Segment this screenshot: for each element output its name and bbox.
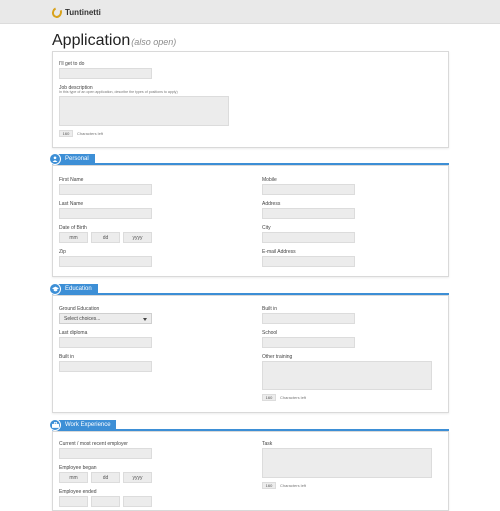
brand-name: Tuntinetti bbox=[65, 7, 101, 17]
other-training-counter: 160 Characters left bbox=[262, 394, 306, 401]
employee-began-label: Employee began bbox=[59, 465, 97, 471]
last-diploma-label: Last diploma bbox=[59, 330, 88, 336]
email-label: E-mail Address bbox=[262, 249, 296, 255]
began-month-field[interactable]: mm bbox=[59, 472, 88, 483]
counter-text: Characters left bbox=[280, 395, 307, 400]
built-in-right-label: Built in bbox=[262, 306, 278, 312]
school-label: School bbox=[262, 330, 278, 336]
built-in-left-field[interactable] bbox=[59, 361, 152, 372]
education-panel: Ground Education Select choices... Last … bbox=[52, 295, 449, 413]
built-in-right-field[interactable] bbox=[262, 313, 355, 324]
first-name-label: First Name bbox=[59, 177, 84, 183]
last-name-label: Last Name bbox=[59, 201, 84, 207]
mobile-label: Mobile bbox=[262, 177, 277, 183]
logo[interactable]: Tuntinetti bbox=[50, 5, 101, 19]
counter-text: Characters left bbox=[280, 483, 307, 488]
work-panel: Current / most recent employer Employee … bbox=[52, 431, 449, 511]
ended-day-field[interactable] bbox=[91, 496, 120, 507]
counter-value: 160 bbox=[59, 130, 73, 137]
page-title: Application(also open) bbox=[52, 32, 176, 50]
built-in-left-label: Built in bbox=[59, 354, 75, 360]
top-bar: Tuntinetti bbox=[0, 0, 500, 24]
address-field[interactable] bbox=[262, 208, 355, 219]
job-description-field[interactable] bbox=[59, 96, 229, 126]
graduation-cap-icon bbox=[49, 283, 61, 295]
personal-panel: First Name Last Name Date of Birth mm dd… bbox=[52, 165, 449, 277]
zip-field[interactable] bbox=[59, 256, 152, 267]
page-title-main: Application bbox=[52, 32, 131, 49]
chevron-down-icon bbox=[143, 318, 147, 321]
other-training-field[interactable] bbox=[262, 361, 432, 390]
todo-label: I'll get to do bbox=[59, 61, 85, 67]
task-label: Task bbox=[262, 441, 273, 447]
email-field[interactable] bbox=[262, 256, 355, 267]
page-title-sub: (also open) bbox=[131, 37, 177, 47]
other-training-label: Other training bbox=[262, 354, 293, 360]
school-field[interactable] bbox=[262, 337, 355, 348]
user-icon bbox=[49, 153, 61, 165]
logo-icon bbox=[50, 5, 64, 19]
ground-education-select[interactable]: Select choices... bbox=[59, 313, 152, 324]
dob-month-field[interactable]: mm bbox=[59, 232, 88, 243]
counter-value: 160 bbox=[262, 482, 276, 489]
mobile-field[interactable] bbox=[262, 184, 355, 195]
last-name-field[interactable] bbox=[59, 208, 152, 219]
job-description-counter: 160 Characters left bbox=[59, 130, 103, 137]
ended-year-field[interactable] bbox=[123, 496, 152, 507]
job-description-hint: In this type of an open application, des… bbox=[59, 90, 178, 94]
task-field[interactable] bbox=[262, 448, 432, 478]
last-diploma-field[interactable] bbox=[59, 337, 152, 348]
address-label: Address bbox=[262, 201, 281, 207]
ended-month-field[interactable] bbox=[59, 496, 88, 507]
counter-text: Characters left bbox=[77, 131, 104, 136]
work-section-tab: Work Experience bbox=[52, 420, 116, 431]
briefcase-icon bbox=[49, 419, 61, 431]
employee-ended-label: Employee ended bbox=[59, 489, 97, 495]
employer-label: Current / most recent employer bbox=[59, 441, 128, 447]
task-counter: 160 Characters left bbox=[262, 482, 306, 489]
began-day-field[interactable]: dd bbox=[91, 472, 120, 483]
employer-field[interactable] bbox=[59, 448, 152, 459]
counter-value: 160 bbox=[262, 394, 276, 401]
ground-education-label: Ground Education bbox=[59, 306, 100, 312]
zip-label: Zip bbox=[59, 249, 66, 255]
dob-day-field[interactable]: dd bbox=[91, 232, 120, 243]
began-year-field[interactable]: yyyy bbox=[123, 472, 152, 483]
ground-education-select-value: Select choices... bbox=[64, 316, 101, 322]
dob-year-field[interactable]: yyyy bbox=[123, 232, 152, 243]
todo-field[interactable] bbox=[59, 68, 152, 79]
city-field[interactable] bbox=[262, 232, 355, 243]
intro-panel: I'll get to do Job description In this t… bbox=[52, 51, 449, 148]
first-name-field[interactable] bbox=[59, 184, 152, 195]
dob-label: Date of Birth bbox=[59, 225, 87, 231]
city-label: City bbox=[262, 225, 271, 231]
